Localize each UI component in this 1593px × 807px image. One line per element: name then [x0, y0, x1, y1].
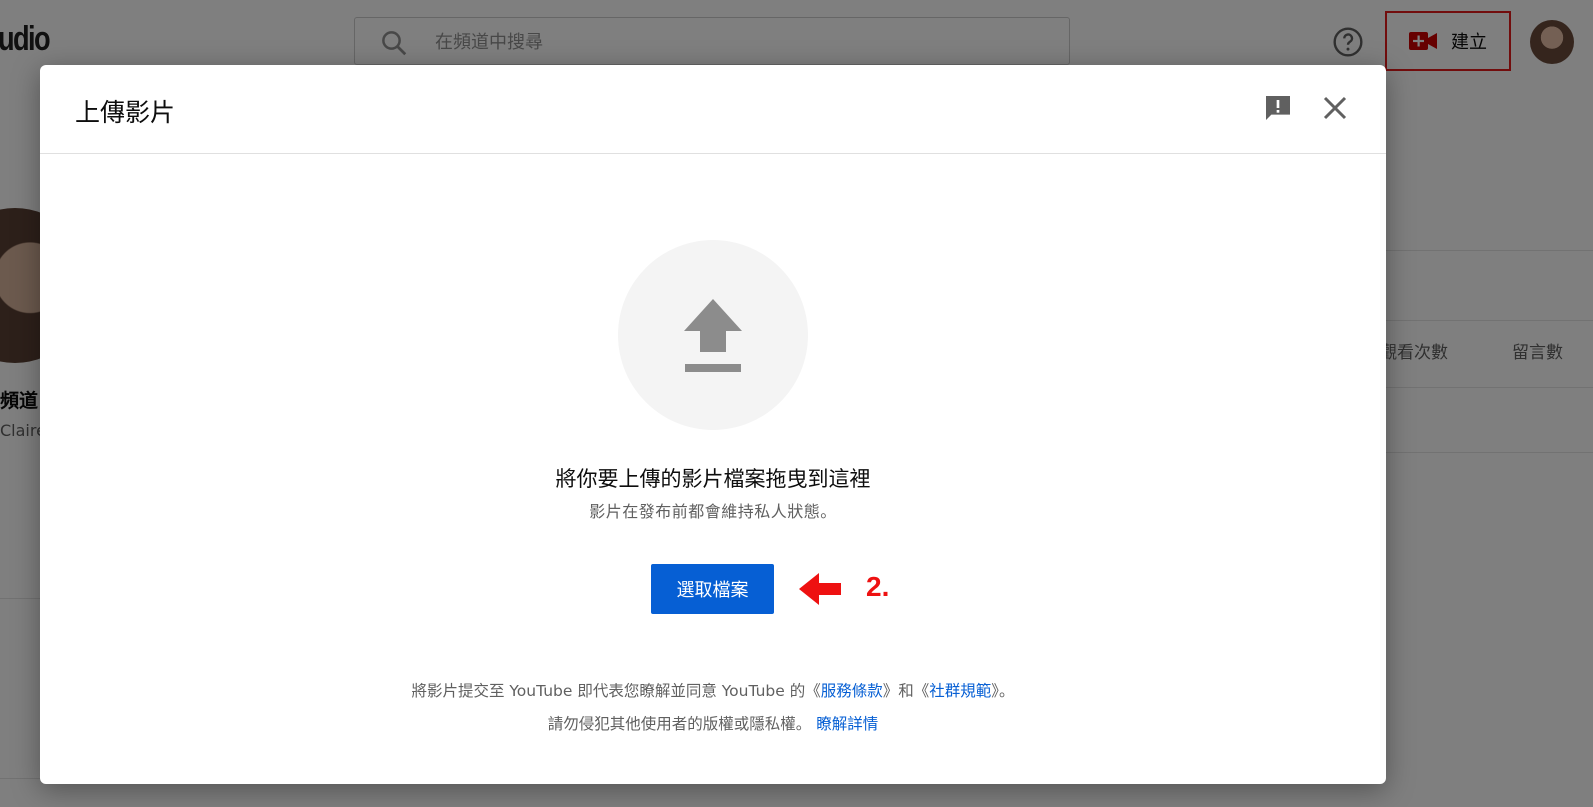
terms-of-service-link[interactable]: 服務條款 [821, 682, 883, 700]
terms-prefix: 將影片提交至 YouTube 即代表您瞭解並同意 YouTube 的《 [411, 682, 821, 700]
upload-drop-zone[interactable] [618, 240, 808, 430]
terms-line-2: 請勿侵犯其他使用者的版權或隱私權。 瞭解詳情 [40, 708, 1386, 741]
dialog-title: 上傳影片 [75, 98, 176, 127]
upload-video-dialog: 上傳影片 將你要上傳的影片檔案拖曳到這裡 影片在發布前都會維持私人狀態。 選取檔… [40, 65, 1386, 784]
terms-middle: 》和《 [882, 682, 930, 700]
terms-suffix: 》。 [991, 682, 1015, 700]
close-icon[interactable] [1320, 93, 1350, 123]
annotation-step-2: 2. [866, 571, 890, 602]
annotation-arrow-icon [799, 573, 841, 605]
copyright-warning: 請勿侵犯其他使用者的版權或隱私權。 [547, 715, 812, 733]
learn-more-link[interactable]: 瞭解詳情 [816, 715, 878, 733]
terms-line-1: 將影片提交至 YouTube 即代表您瞭解並同意 YouTube 的《服務條款》… [40, 675, 1386, 708]
upload-arrow-icon [684, 299, 742, 372]
dialog-header-divider [40, 153, 1386, 154]
privacy-note: 影片在發布前都會維持私人狀態。 [589, 502, 837, 521]
terms-notice: 將影片提交至 YouTube 即代表您瞭解並同意 YouTube 的《服務條款》… [40, 675, 1386, 741]
feedback-icon[interactable] [1262, 92, 1294, 124]
community-guidelines-link[interactable]: 社群規範 [929, 682, 991, 700]
drag-drop-instruction: 將你要上傳的影片檔案拖曳到這裡 [555, 467, 871, 491]
select-files-button[interactable]: 選取檔案 [651, 564, 774, 614]
